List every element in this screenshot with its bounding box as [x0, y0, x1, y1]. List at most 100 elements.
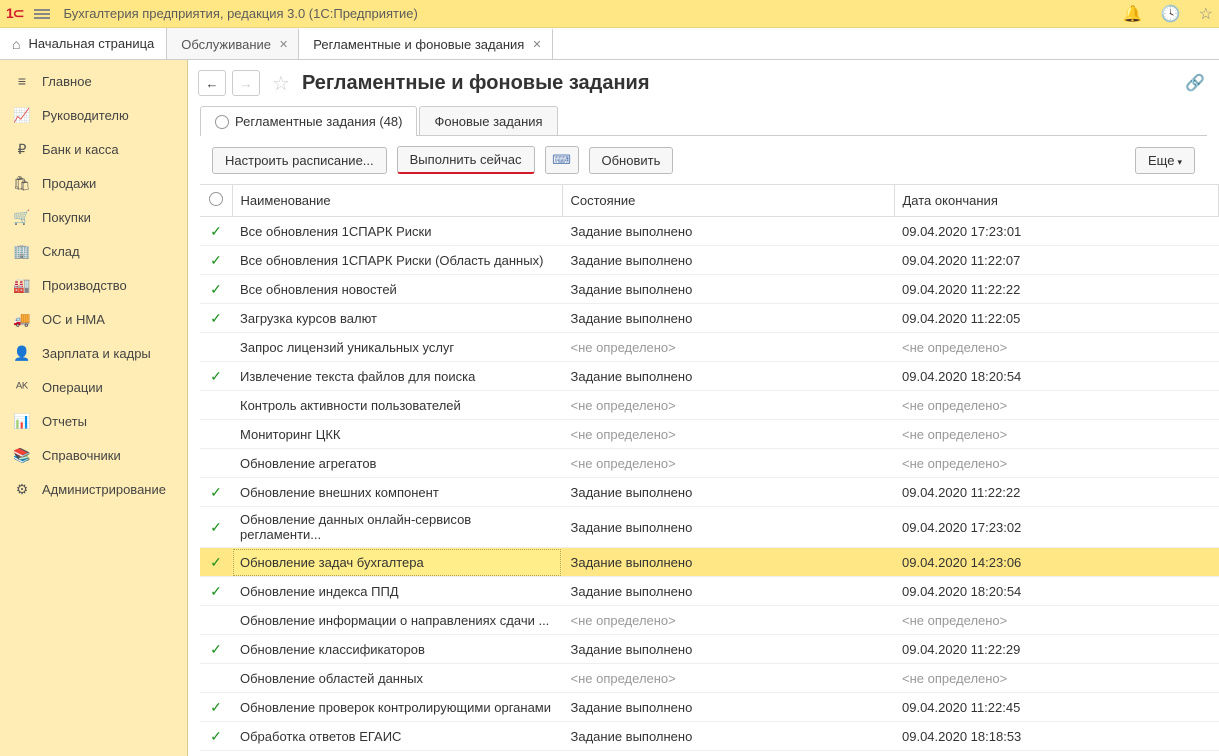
- sidebar-item-label: Операции: [42, 380, 103, 395]
- refresh-button[interactable]: Обновить: [589, 147, 674, 174]
- sidebar-icon: 🏢: [14, 243, 30, 259]
- sidebar-item[interactable]: 📚 Справочники: [0, 438, 187, 472]
- date-cell: 09.04.2020 14:23:06: [894, 548, 1219, 577]
- table-row[interactable]: ✓Обновление внешних компонентЗадание вып…: [200, 478, 1219, 507]
- status-cell: ✓: [200, 577, 232, 606]
- nav-back-button[interactable]: ←: [198, 70, 226, 96]
- name-cell: Обновление агрегатов: [232, 449, 562, 478]
- state-cell: Задание выполнено: [562, 362, 894, 391]
- name-cell: Обновление проверок контролирующими орга…: [232, 693, 562, 722]
- keyboard-button[interactable]: ⌨: [545, 146, 579, 174]
- table-row[interactable]: ✓Загрузка курсов валютЗадание выполнено0…: [200, 304, 1219, 333]
- sidebar-item[interactable]: 📊Отчеты: [0, 404, 187, 438]
- sidebar-item[interactable]: 🛍Продажи: [0, 166, 187, 200]
- schedule-button[interactable]: Настроить расписание...: [212, 147, 387, 174]
- name-cell: Обновление внешних компонент: [232, 478, 562, 507]
- status-cell: ✓: [200, 507, 232, 548]
- sidebar-item[interactable]: 🛒Покупки: [0, 200, 187, 234]
- nav-forward-button[interactable]: →: [232, 70, 260, 96]
- more-button[interactable]: Еще▾: [1135, 147, 1195, 174]
- name-cell: Обработка ответов ЕГАИС: [232, 722, 562, 751]
- sidebar-icon: 📊: [14, 413, 30, 429]
- sidebar-item-label: Справочники: [42, 448, 121, 463]
- status-cell: ✓: [200, 275, 232, 304]
- state-cell: Задание выполнено: [562, 635, 894, 664]
- tab-obsluzh[interactable]: Обслуживание ✕: [167, 28, 299, 59]
- sidebar-item[interactable]: 🚚ОС и НМА: [0, 302, 187, 336]
- sidebar-icon: 📈: [14, 107, 30, 123]
- sidebar-item[interactable]: ₽Банк и касса: [0, 132, 187, 166]
- name-cell: Обслуживание областей данных: [232, 751, 562, 756]
- menu-icon[interactable]: [34, 7, 50, 21]
- table-row[interactable]: ✓Обновление проверок контролирующими орг…: [200, 693, 1219, 722]
- star-icon[interactable]: ☆: [1199, 4, 1213, 24]
- name-cell: Обновление данных онлайн-сервисов реглам…: [232, 507, 562, 548]
- nav-tabs: ⌂ Начальная страница Обслуживание ✕ Регл…: [0, 28, 1219, 60]
- bell-icon[interactable]: 🔔: [1123, 4, 1143, 24]
- sidebar-icon: ≡: [14, 73, 30, 89]
- col-date-header[interactable]: Дата окончания: [894, 185, 1219, 217]
- table-row[interactable]: ✓Обновление задач бухгалтераЗадание выпо…: [200, 548, 1219, 577]
- date-cell: <не определено>: [894, 449, 1219, 478]
- run-now-button[interactable]: Выполнить сейчас: [397, 146, 535, 174]
- table-row[interactable]: ✓Все обновления 1СПАРК Риски (Область да…: [200, 246, 1219, 275]
- jobs-table: Наименование Состояние Дата окончания ✓В…: [200, 185, 1219, 756]
- date-cell: <не определено>: [894, 606, 1219, 635]
- table-row[interactable]: Контроль активности пользователей<не опр…: [200, 391, 1219, 420]
- tab-background[interactable]: Фоновые задания: [419, 106, 557, 136]
- favorite-icon[interactable]: ☆: [272, 71, 290, 96]
- status-cell: [200, 449, 232, 478]
- table-row[interactable]: ✓Обработка ответов ЕГАИСЗадание выполнен…: [200, 722, 1219, 751]
- home-tab-label: Начальная страница: [28, 36, 154, 51]
- table-row[interactable]: ✓Обновление классификаторовЗадание выпол…: [200, 635, 1219, 664]
- sidebar-icon: 🛍: [14, 175, 30, 191]
- close-icon[interactable]: ✕: [277, 38, 290, 51]
- state-cell: Задание выполнено: [562, 246, 894, 275]
- table-row[interactable]: ✓Извлечение текста файлов для поискаЗада…: [200, 362, 1219, 391]
- close-icon[interactable]: ✕: [530, 38, 543, 51]
- home-tab[interactable]: ⌂ Начальная страница: [0, 28, 167, 59]
- sidebar-item[interactable]: 📈Руководителю: [0, 98, 187, 132]
- status-cell: [200, 664, 232, 693]
- sidebar-item[interactable]: 🏭Производство: [0, 268, 187, 302]
- table-row[interactable]: Мониторинг ЦКК<не определено><не определ…: [200, 420, 1219, 449]
- date-cell: 09.04.2020 18:20:54: [894, 362, 1219, 391]
- sidebar-item-label: Производство: [42, 278, 127, 293]
- date-cell: 09.04.2020 11:22:05: [894, 304, 1219, 333]
- jobs-table-wrap: Наименование Состояние Дата окончания ✓В…: [200, 184, 1219, 756]
- sidebar-item[interactable]: ᴬᴷ Операции: [0, 370, 187, 404]
- table-row[interactable]: ✓Обновление данных онлайн-сервисов регла…: [200, 507, 1219, 548]
- name-cell: Запрос лицензий уникальных услуг: [232, 333, 562, 362]
- col-name-header[interactable]: Наименование: [232, 185, 562, 217]
- state-cell: Задание выполнено: [562, 507, 894, 548]
- col-state-header[interactable]: Состояние: [562, 185, 894, 217]
- sidebar-icon: 👤: [14, 345, 30, 361]
- sidebar-item[interactable]: 👤Зарплата и кадры: [0, 336, 187, 370]
- table-row[interactable]: ✓Обновление индекса ППДЗадание выполнено…: [200, 577, 1219, 606]
- table-row[interactable]: Обновление информации о направлениях сда…: [200, 606, 1219, 635]
- sidebar-item-label: Склад: [42, 244, 80, 259]
- name-cell: Все обновления 1СПАРК Риски (Область дан…: [232, 246, 562, 275]
- sidebar-item-label: ОС и НМА: [42, 312, 105, 327]
- table-row[interactable]: Запрос лицензий уникальных услуг<не опре…: [200, 333, 1219, 362]
- tab-reglament[interactable]: Регламентные и фоновые задания ✕: [299, 28, 552, 59]
- tab-scheduled[interactable]: Регламентные задания (48): [200, 106, 417, 136]
- link-icon[interactable]: 🔗: [1185, 73, 1205, 93]
- sidebar-icon: 📚: [14, 447, 30, 463]
- table-row[interactable]: Обновление агрегатов<не определено><не о…: [200, 449, 1219, 478]
- sidebar-item[interactable]: ≡ Главное: [0, 64, 187, 98]
- state-cell: Задание выполнено: [562, 217, 894, 246]
- table-row[interactable]: Обслуживание областей данных<не определе…: [200, 751, 1219, 756]
- table-row[interactable]: Обновление областей данных<не определено…: [200, 664, 1219, 693]
- table-row[interactable]: ✓Все обновления 1СПАРК РискиЗадание выпо…: [200, 217, 1219, 246]
- history-icon[interactable]: 🕓: [1161, 4, 1181, 24]
- table-row[interactable]: ✓Все обновления новостейЗадание выполнен…: [200, 275, 1219, 304]
- col-status-header[interactable]: [200, 185, 232, 217]
- state-cell: <не определено>: [562, 391, 894, 420]
- sidebar-item-label: Главное: [42, 74, 92, 89]
- sidebar-item[interactable]: ⚙Администрирование: [0, 472, 187, 506]
- state-cell: <не определено>: [562, 664, 894, 693]
- state-cell: <не определено>: [562, 449, 894, 478]
- sidebar-item[interactable]: 🏢 Склад: [0, 234, 187, 268]
- sidebar-icon: ᴬᴷ: [14, 379, 30, 395]
